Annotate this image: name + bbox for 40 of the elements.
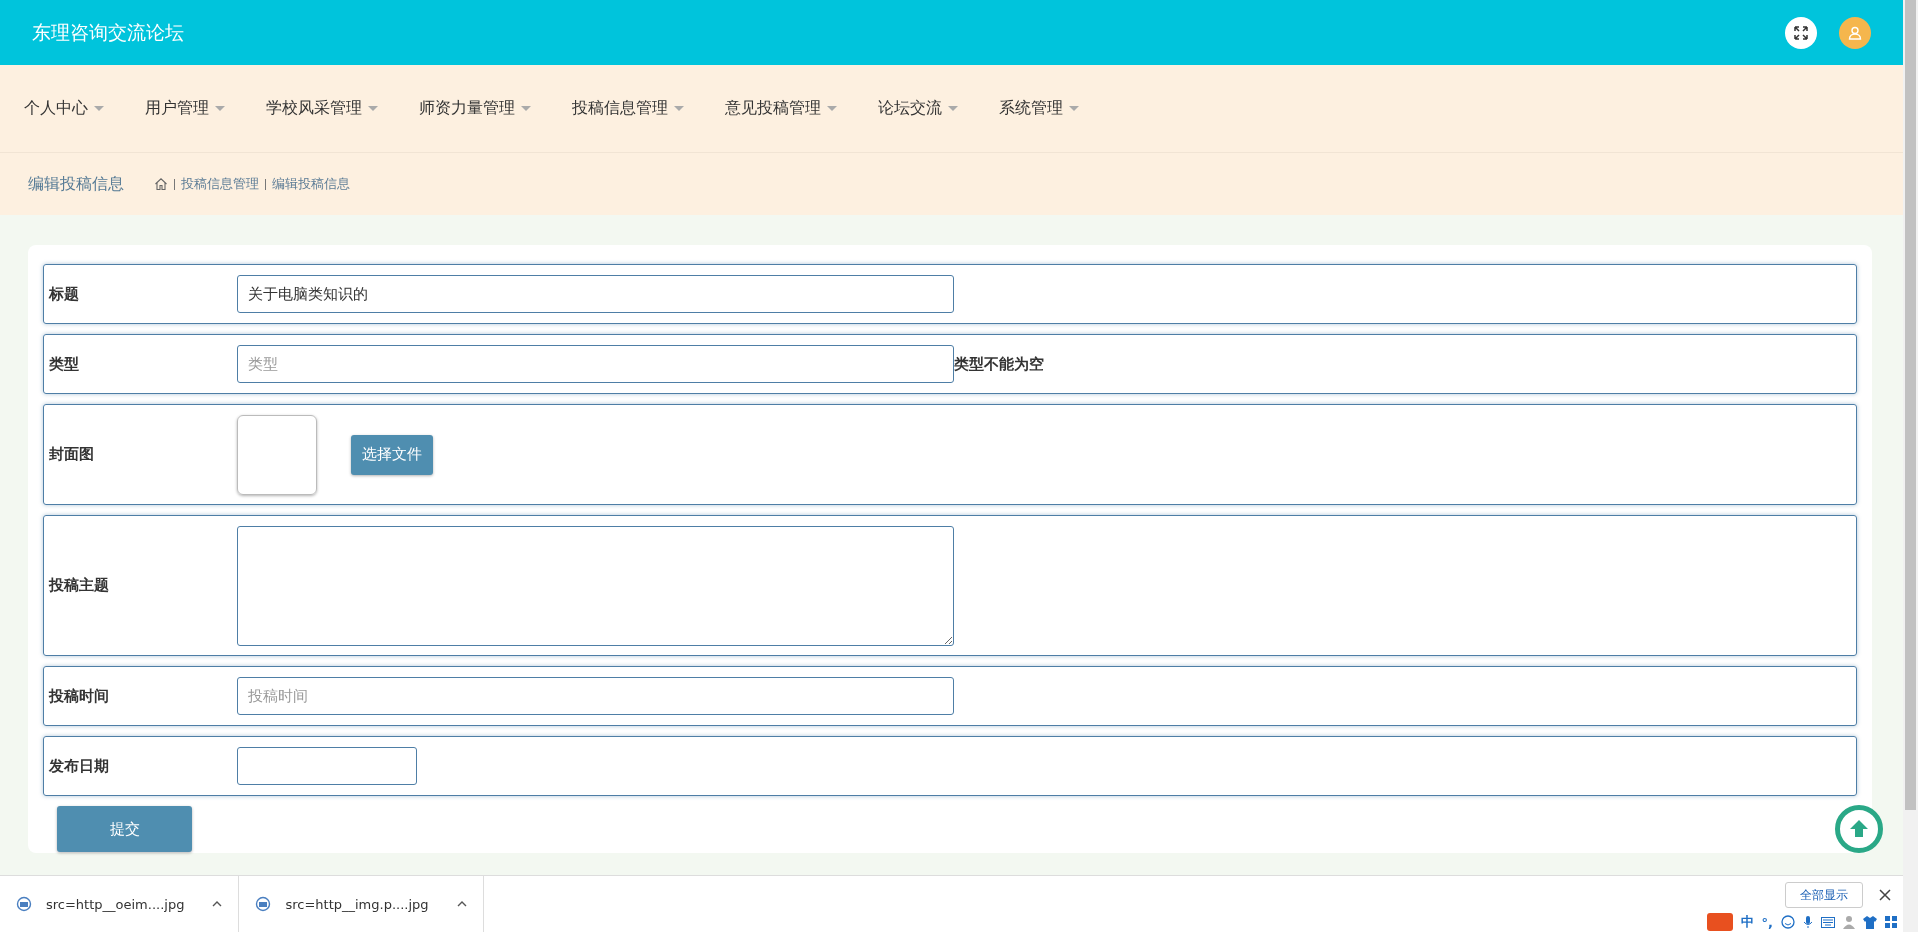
ime-punctuation[interactable]: °, [1761, 914, 1773, 930]
error-message: 类型不能为空 [954, 354, 1044, 374]
nav-menu-item[interactable]: 学校风采管理 [254, 98, 390, 119]
close-icon[interactable] [1879, 889, 1891, 901]
submit-button[interactable]: 提交 [57, 806, 192, 852]
nav-menu-item[interactable]: 用户管理 [133, 98, 237, 119]
home-icon[interactable] [154, 177, 168, 191]
breadcrumb-link[interactable]: 投稿信息管理 [181, 175, 259, 193]
fullscreen-icon[interactable] [1785, 16, 1817, 49]
ime-mode[interactable]: 中 [1740, 913, 1754, 931]
download-item[interactable]: src=http__oeim....jpg [46, 896, 185, 912]
emoji-icon[interactable] [1781, 915, 1795, 929]
nav-menu-item[interactable]: 论坛交流 [866, 98, 970, 119]
input-field[interactable]: 投稿时间 [237, 677, 954, 715]
date-field[interactable] [237, 747, 417, 785]
chevron-up-icon[interactable] [212, 900, 223, 908]
field-label: 投稿主题 [49, 576, 110, 595]
page-title: 编辑投稿信息 [28, 173, 124, 195]
microphone-icon[interactable] [1803, 915, 1813, 929]
grid-icon[interactable] [1885, 916, 1897, 928]
nav-menu-item[interactable]: 师资力量管理 [407, 98, 543, 119]
nav-menu-item[interactable]: 意见投稿管理 [713, 98, 849, 119]
choose-file-button[interactable]: 选择文件 [351, 434, 433, 475]
field-label: 封面图 [49, 445, 95, 464]
breadcrumb-link[interactable]: 编辑投稿信息 [272, 175, 350, 193]
field-label: 标题 [49, 284, 80, 304]
nav-menu-item[interactable]: 投稿信息管理 [560, 98, 696, 119]
keyboard-icon[interactable] [1821, 916, 1835, 928]
field-label: 发布日期 [49, 756, 110, 776]
nav-menu-item[interactable]: 系统管理 [987, 98, 1091, 119]
shirt-icon[interactable] [1863, 915, 1877, 929]
nav-menu-item[interactable]: 个人中心 [12, 98, 116, 119]
field-label: 类型 [49, 354, 80, 374]
show-all-button[interactable]: 全部显示 [1785, 882, 1863, 908]
site-title: 东理咨询交流论坛 [32, 20, 184, 45]
field-label: 投稿时间 [49, 686, 110, 706]
input-field[interactable]: 关于电脑类知识的 [237, 275, 954, 313]
chevron-up-icon[interactable] [456, 900, 467, 908]
input-field[interactable]: 类型 [237, 345, 954, 383]
download-item[interactable]: src=http__img.p....jpg [285, 896, 429, 912]
